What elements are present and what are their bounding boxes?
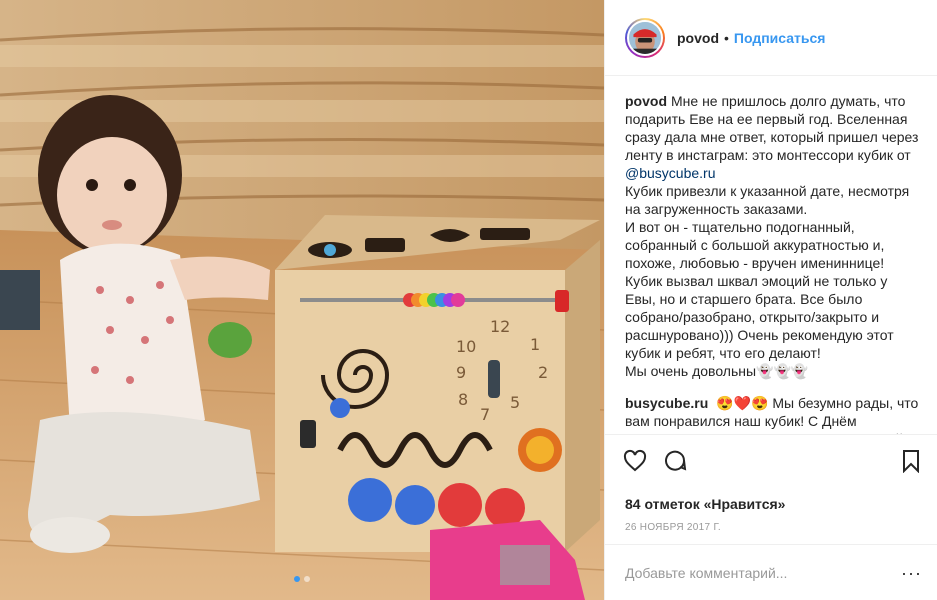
carousel-indicator <box>0 576 604 582</box>
comment-item: busycube.ru 😍❤️😍 Мы безумно рады, что ва… <box>625 394 921 434</box>
action-bar <box>605 434 937 494</box>
carousel-dot[interactable] <box>304 576 310 582</box>
story-ring[interactable] <box>625 17 665 58</box>
post-header: povod • Подписаться <box>605 0 937 76</box>
svg-text:9: 9 <box>456 363 466 382</box>
comments-list: povod Мне не пришлось долго думать, что п… <box>605 76 937 434</box>
carousel-dot-active[interactable] <box>294 576 300 582</box>
post-media[interactable]: 12 1 2 10 9 8 75 <box>0 0 604 600</box>
svg-text:10: 10 <box>456 337 476 356</box>
mention-link[interactable]: @busycube.ru <box>625 165 715 181</box>
more-options-icon[interactable]: ··· <box>901 564 921 582</box>
avatar-image <box>629 21 661 54</box>
svg-text:2: 2 <box>538 363 548 382</box>
post-sidebar: povod • Подписаться povod Мне не пришлось… <box>604 0 937 600</box>
header-username[interactable]: povod <box>677 30 719 46</box>
svg-text:8: 8 <box>458 390 468 409</box>
avatar[interactable] <box>627 19 663 56</box>
comment-icon[interactable] <box>663 449 687 473</box>
post-photo: 1212 1098 75 <box>0 0 604 600</box>
svg-text:1: 1 <box>530 335 540 354</box>
svg-text:7: 7 <box>480 405 490 424</box>
caption-text-before: Мне не пришлось долго думать, что подари… <box>625 93 923 163</box>
post-date[interactable]: 26 ноября 2017 г. <box>605 514 937 544</box>
caption: povod Мне не пришлось долго думать, что п… <box>625 92 921 380</box>
add-comment-box: ··· <box>605 544 937 600</box>
follow-button[interactable]: Подписаться <box>734 30 826 46</box>
header-separator: • <box>724 29 729 46</box>
instagram-post: 12 1 2 10 9 8 75 povod • Подписаться pov… <box>0 0 937 600</box>
comment-author[interactable]: busycube.ru <box>625 395 708 411</box>
bookmark-icon[interactable] <box>899 449 923 473</box>
svg-text:5: 5 <box>510 393 520 412</box>
caption-text-after: Кубик привезли к указанной дате, несмотр… <box>625 183 910 379</box>
comment-input[interactable] <box>625 564 901 581</box>
heart-icon[interactable] <box>623 449 647 473</box>
svg-text:12: 12 <box>490 317 510 336</box>
comment-author[interactable]: povod <box>625 93 667 109</box>
likes-count[interactable]: 84 отметок «Нравится» <box>605 494 937 514</box>
